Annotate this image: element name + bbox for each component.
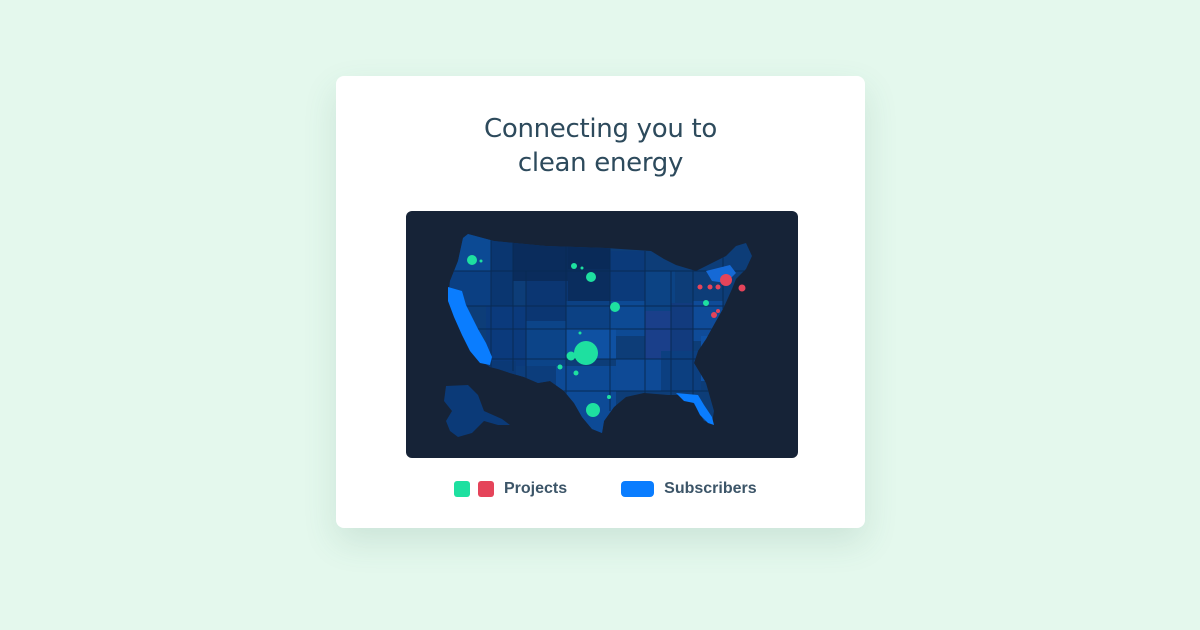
legend-subscribers-label: Subscribers: [664, 480, 757, 497]
state-minnesota: [610, 251, 645, 301]
card-title-line-2: clean energy: [517, 148, 684, 178]
project-marker-green: [566, 351, 576, 361]
state-montana: [513, 236, 568, 281]
card-title: Connecting you to clean energy: [336, 112, 865, 180]
state-texas: [556, 366, 616, 433]
project-marker-green: [578, 331, 582, 335]
state-nebraska: [566, 301, 610, 329]
project-marker-red: [707, 284, 713, 290]
legend-projects: Projects: [454, 480, 567, 498]
legend-subscribers: Subscribers: [621, 480, 757, 498]
legend-swatch-red: [478, 481, 494, 497]
project-marker-red: [715, 284, 721, 290]
project-marker-green: [467, 255, 477, 265]
project-marker-red: [720, 274, 732, 286]
state-alaska: [444, 385, 510, 437]
state-tennessee: [661, 351, 701, 391]
info-card: Connecting you to clean energy Projects …: [336, 76, 865, 528]
project-marker-green: [607, 395, 611, 399]
us-map-graphic: [444, 234, 752, 437]
state-arizona: [476, 361, 516, 401]
state-washington: [448, 234, 491, 271]
legend-swatch-green: [454, 481, 470, 497]
project-marker-green: [571, 263, 577, 269]
state-oklahoma: [616, 359, 661, 391]
project-marker-red: [716, 309, 720, 313]
project-marker-green: [703, 300, 709, 306]
legend-swatch-blue: [621, 481, 655, 497]
project-marker-green: [557, 364, 563, 370]
state-wyoming: [526, 281, 568, 321]
project-marker-green: [573, 370, 579, 376]
project-marker-red: [738, 284, 746, 292]
legend-projects-label: Projects: [504, 480, 568, 497]
state-new-mexico: [516, 366, 556, 406]
project-marker-green: [610, 302, 620, 312]
state-indiana: [671, 303, 693, 353]
state-ohio: [693, 301, 723, 341]
project-marker-green: [574, 341, 598, 365]
state-virginia: [701, 336, 731, 381]
us-map: [406, 211, 798, 458]
project-marker-red: [711, 312, 717, 318]
map-legend: Projects Subscribers: [454, 480, 757, 498]
project-marker-green: [586, 403, 600, 417]
project-marker-red: [697, 284, 703, 290]
project-marker-green: [580, 266, 584, 270]
project-marker-green: [586, 272, 596, 282]
project-marker-green: [479, 259, 483, 263]
card-title-line-1: Connecting you to: [483, 114, 717, 144]
